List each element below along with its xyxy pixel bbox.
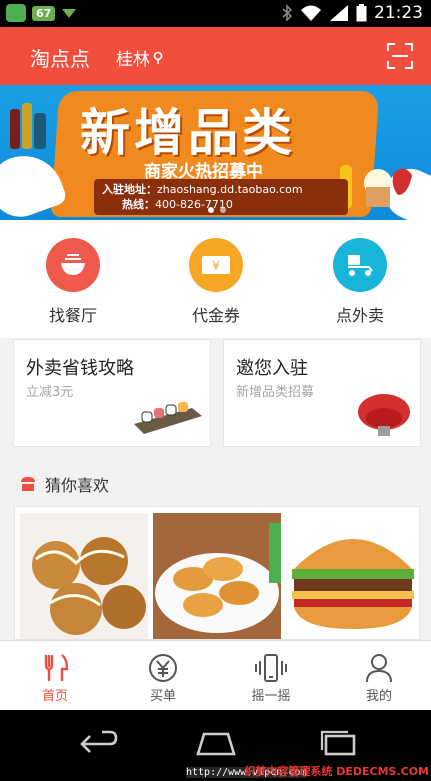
tab-label: 买单 [149,689,176,704]
voucher-icon: ¥ [189,238,243,292]
recommendation-strip [14,506,420,640]
tab-shake[interactable]: 摇一摇 [231,651,311,704]
scan-qr-icon[interactable] [387,43,413,69]
tab-label: 我的 [365,689,392,704]
shop-icon [21,477,35,491]
scooter-icon [333,238,387,292]
category-label: 点外卖 [335,306,384,325]
app-title: 淘点点 [30,47,90,71]
carousel-indicator [208,207,226,213]
carousel-dot [220,207,226,213]
category-label: 代金券 [191,306,240,325]
category-label: 找餐厅 [48,306,97,325]
signal-icon [330,5,348,21]
sushi-plate-image [134,402,202,434]
carousel-dot [208,207,214,213]
promo-card-title: 邀您入驻 [236,358,308,379]
bottom-tab-bar: 首页 买单 摇一摇 我的 [0,640,431,710]
bowl-icon [46,238,100,292]
category-takeout[interactable]: 点外卖 [310,238,410,326]
tab-home[interactable]: 首页 [15,651,95,704]
recent-apps-icon[interactable] [316,728,360,758]
fried-nuggets-image[interactable] [153,513,281,639]
svg-text:¥: ¥ [212,259,220,273]
burger-image[interactable] [286,513,419,639]
wifi-icon [301,5,321,21]
back-icon[interactable] [74,728,118,758]
promo-cards: 外卖省钱攻略 立减3元 邀您入驻 新增品类招募 [0,338,431,454]
bluetooth-icon [282,4,293,22]
promo-banner[interactable]: 新增品类 商家火热招募中 入驻地址： zhaoshang.dd.taobao.c… [0,85,431,220]
location-pin-icon [153,51,163,64]
status-bar: 67 21:23 [0,0,431,27]
home-icon[interactable] [194,728,238,758]
red-armchair-image [358,394,410,436]
category-find-restaurant[interactable]: 找餐厅 [23,238,123,326]
guess-title: 猜你喜欢 [45,476,110,495]
tab-label: 首页 [41,689,68,704]
category-grid: 找餐厅 ¥ 代金券 点外卖 [0,220,431,338]
guess-header: 猜你喜欢 [20,472,109,496]
promo-card-subtitle: 立减3元 [26,385,74,400]
download-icon [62,9,77,18]
takoyaki-image[interactable] [20,513,148,639]
drinks-decoration-image [10,103,46,149]
yuan-circle-icon [149,654,177,682]
category-voucher[interactable]: ¥ 代金券 [166,238,266,326]
android-nav-bar: http://www.vipcn.com 织梦内容管理系统 DEDECMS.CO… [0,710,431,781]
tab-label: 摇一摇 [251,689,291,704]
city-selector[interactable]: 桂林 [116,45,163,70]
dessert-decoration-image [340,165,412,209]
tab-pay[interactable]: 买单 [123,651,203,704]
watermark-brand: 织梦内容管理系统 DEDECMS.COM [244,765,429,778]
person-icon [366,654,392,683]
battery-icon [356,4,367,22]
shake-phone-icon [255,654,287,682]
app-notification-icon [6,4,26,22]
promo-card-subtitle: 新增品类招募 [236,385,315,400]
app-header: 淘点点 桂林 [0,27,431,85]
city-label: 桂林 [116,50,150,70]
clock: 21:23 [374,3,423,23]
address-label: 入驻地址： [102,183,157,196]
fork-knife-icon [44,654,69,681]
banner-title: 新增品类 [80,104,296,162]
promo-card-title: 外卖省钱攻略 [26,358,134,379]
promo-card-takeout-savings[interactable]: 外卖省钱攻略 立减3元 [13,339,211,447]
guess-you-like-section: 猜你喜欢 [0,454,431,640]
tab-mine[interactable]: 我的 [339,651,419,704]
phone-label: 热线： [122,198,155,211]
battery-level-badge: 67 [32,5,56,21]
promo-card-join[interactable]: 邀您入驻 新增品类招募 [223,339,421,447]
address-value: zhaoshang.dd.taobao.com [157,183,303,196]
